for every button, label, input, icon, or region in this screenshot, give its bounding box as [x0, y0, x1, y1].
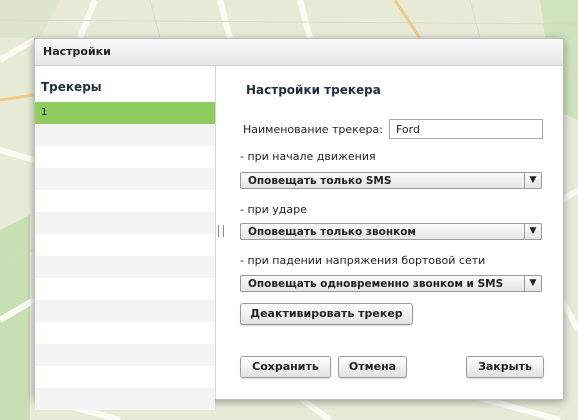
tracker-name-label: Наименование трекера: — [243, 123, 383, 136]
tracker-row[interactable]: 1 — [35, 102, 215, 124]
tracker-settings-panel: Настройки трекера Наименование трекера: … — [216, 66, 563, 399]
tracker-row[interactable] — [35, 190, 215, 212]
tracker-row[interactable] — [35, 212, 215, 234]
chevron-down-icon[interactable]: ▼ — [524, 173, 541, 188]
deactivate-tracker-button[interactable]: Деактивировать трекер — [240, 303, 413, 325]
tracker-row[interactable] — [35, 278, 215, 300]
chevron-down-icon[interactable]: ▼ — [524, 276, 541, 291]
tracker-row[interactable] — [35, 168, 215, 190]
tracker-row[interactable] — [35, 344, 215, 366]
tracker-name-input[interactable] — [389, 119, 543, 139]
settings-dialog: Настройки Трекеры 1 Настройки трекера На… — [34, 38, 564, 410]
tracker-row[interactable] — [35, 146, 215, 168]
settings-title: Настройки трекера — [246, 83, 381, 97]
movement-select[interactable]: Оповещать только SMS ▼ — [240, 172, 542, 189]
close-button[interactable]: Закрыть — [466, 356, 544, 378]
tracker-row[interactable] — [35, 388, 215, 410]
tracker-row[interactable] — [35, 234, 215, 256]
tracker-row[interactable] — [35, 322, 215, 344]
tracker-row[interactable] — [35, 366, 215, 388]
save-button[interactable]: Сохранить — [240, 356, 331, 378]
voltage-select[interactable]: Оповещать одновременно звонком и SMS ▼ — [240, 275, 542, 292]
voltage-label: - при падении напряжения бортовой сети — [240, 254, 486, 267]
movement-select-value: Оповещать только SMS — [248, 175, 392, 187]
movement-label: - при начале движения — [240, 150, 376, 163]
tracker-row[interactable] — [35, 300, 215, 322]
voltage-select-value: Оповещать одновременно звонком и SMS — [248, 278, 504, 290]
impact-select[interactable]: Оповещать только звонком ▼ — [240, 223, 542, 240]
dialog-title: Настройки — [35, 39, 563, 66]
tracker-row[interactable] — [35, 256, 215, 278]
chevron-down-icon[interactable]: ▼ — [524, 224, 541, 239]
trackers-header: Трекеры — [41, 80, 102, 94]
tracker-row[interactable] — [35, 124, 215, 146]
trackers-panel: Трекеры 1 — [35, 66, 216, 410]
impact-select-value: Оповещать только звонком — [248, 226, 416, 238]
cancel-button[interactable]: Отмена — [338, 356, 407, 378]
impact-label: - при ударе — [240, 203, 307, 216]
tracker-list: 1 — [35, 102, 215, 410]
